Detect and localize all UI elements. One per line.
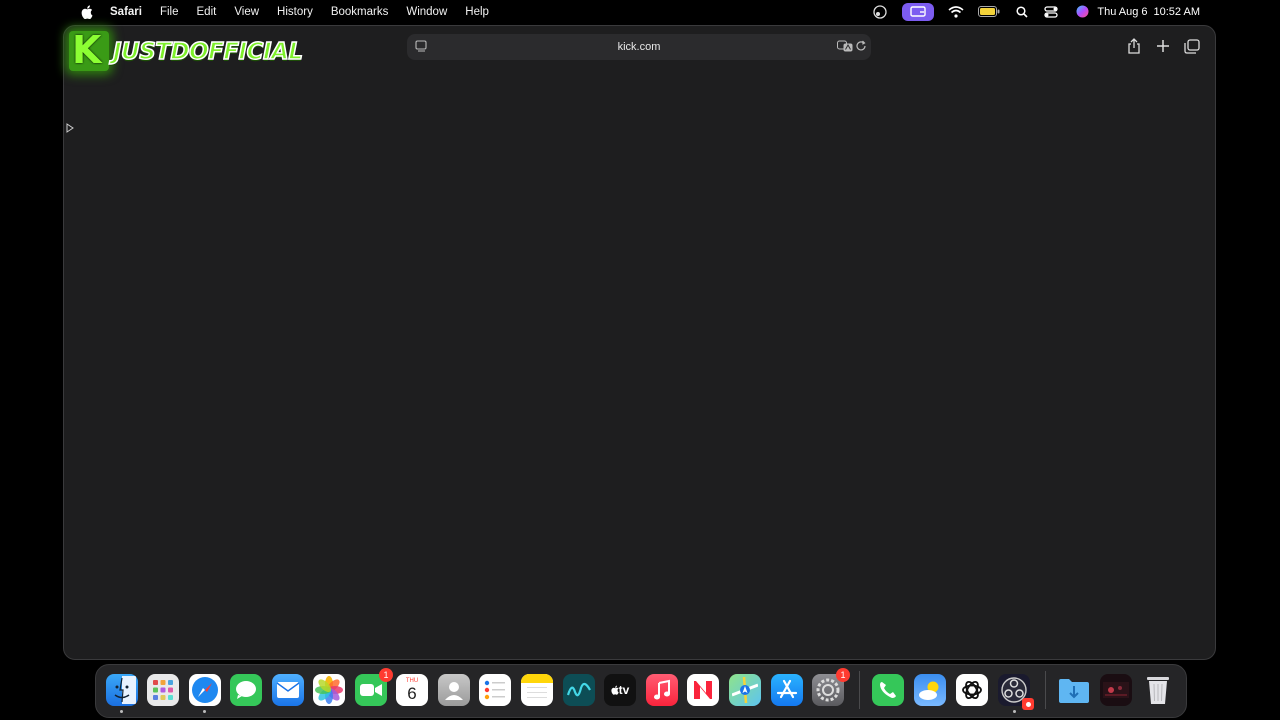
recent-stack-icon[interactable] [1100,674,1132,706]
menubar-date: Thu Aug 6 [1097,5,1148,18]
battery-icon[interactable] [978,5,1000,19]
menubar-time[interactable]: 10:52 AM [1154,6,1200,18]
menu-help[interactable]: Help [465,6,489,18]
spotlight-search-icon[interactable] [1014,5,1030,19]
menu-history[interactable]: History [277,6,313,18]
tab-overview-icon[interactable] [1182,36,1202,56]
menu-edit[interactable]: Edit [197,6,217,18]
phone-icon[interactable] [872,674,904,706]
finder-icon[interactable] [106,674,138,706]
freeform-icon[interactable] [563,674,595,706]
wifi-icon[interactable] [948,5,964,19]
dock-separator [1045,671,1046,709]
siri-icon[interactable] [1074,5,1090,19]
menu-view[interactable]: View [234,6,259,18]
photos-icon[interactable] [313,674,345,706]
reload-icon[interactable] [855,40,867,55]
downloads-folder-icon[interactable] [1058,674,1090,706]
launchpad-icon[interactable] [147,674,179,706]
screen-mirroring-icon[interactable] [902,2,934,21]
running-indicator [1013,710,1016,713]
address-bar[interactable]: kick.com [407,34,871,60]
apple-tv-icon[interactable]: tv [604,674,636,706]
menu-bar: Safari File Edit View History Bookmarks … [0,0,1280,23]
obs-icon[interactable] [998,674,1034,710]
menu-window[interactable]: Window [406,6,447,18]
music-icon[interactable] [646,674,678,706]
safari-window: kick.com [63,25,1216,660]
share-icon[interactable] [1124,36,1144,56]
weather-icon[interactable] [914,674,946,706]
stream-logo-overlay: K JUSTDOFFICIAL [55,25,325,83]
sidebar-icon[interactable] [415,40,428,55]
system-settings-icon[interactable]: 1 [812,668,850,706]
mouse-cursor-icon [66,120,74,138]
trash-icon[interactable] [1142,674,1174,706]
menu-app-name[interactable]: Safari [110,6,142,18]
control-center-icon[interactable] [1044,5,1060,19]
running-indicator [120,710,123,713]
notification-badge: 1 [836,668,850,682]
app-store-icon[interactable] [771,674,803,706]
apple-logo-icon[interactable] [78,4,96,19]
contacts-icon[interactable] [438,674,470,706]
screen-share-icon[interactable] [872,4,888,19]
menu-file[interactable]: File [160,6,179,18]
apple-tv-label: tv [618,683,630,697]
reminders-icon[interactable] [479,674,511,706]
menu-bookmarks[interactable]: Bookmarks [331,6,389,18]
messages-icon[interactable] [230,674,262,706]
dock: 1 THU 6 tv 1 [95,664,1187,718]
translate-icon[interactable] [837,40,853,55]
notification-badge: 1 [379,668,393,682]
notes-icon[interactable] [521,674,553,706]
chatgpt-icon[interactable] [956,674,988,706]
safari-icon[interactable] [189,674,221,706]
calendar-icon[interactable]: THU 6 [396,674,428,706]
recording-indicator-icon [1022,698,1034,710]
url-text[interactable]: kick.com [618,41,661,53]
logo-brand-text: JUSTDOFFICIAL [112,38,304,66]
dock-separator [859,671,860,709]
mail-icon[interactable] [272,674,304,706]
maps-icon[interactable] [729,674,761,706]
calendar-day: 6 [407,684,417,703]
running-indicator [203,710,206,713]
logo-k-letter: K [72,28,102,72]
new-tab-icon[interactable] [1153,36,1173,56]
facetime-icon[interactable]: 1 [355,668,393,706]
news-icon[interactable] [687,674,719,706]
